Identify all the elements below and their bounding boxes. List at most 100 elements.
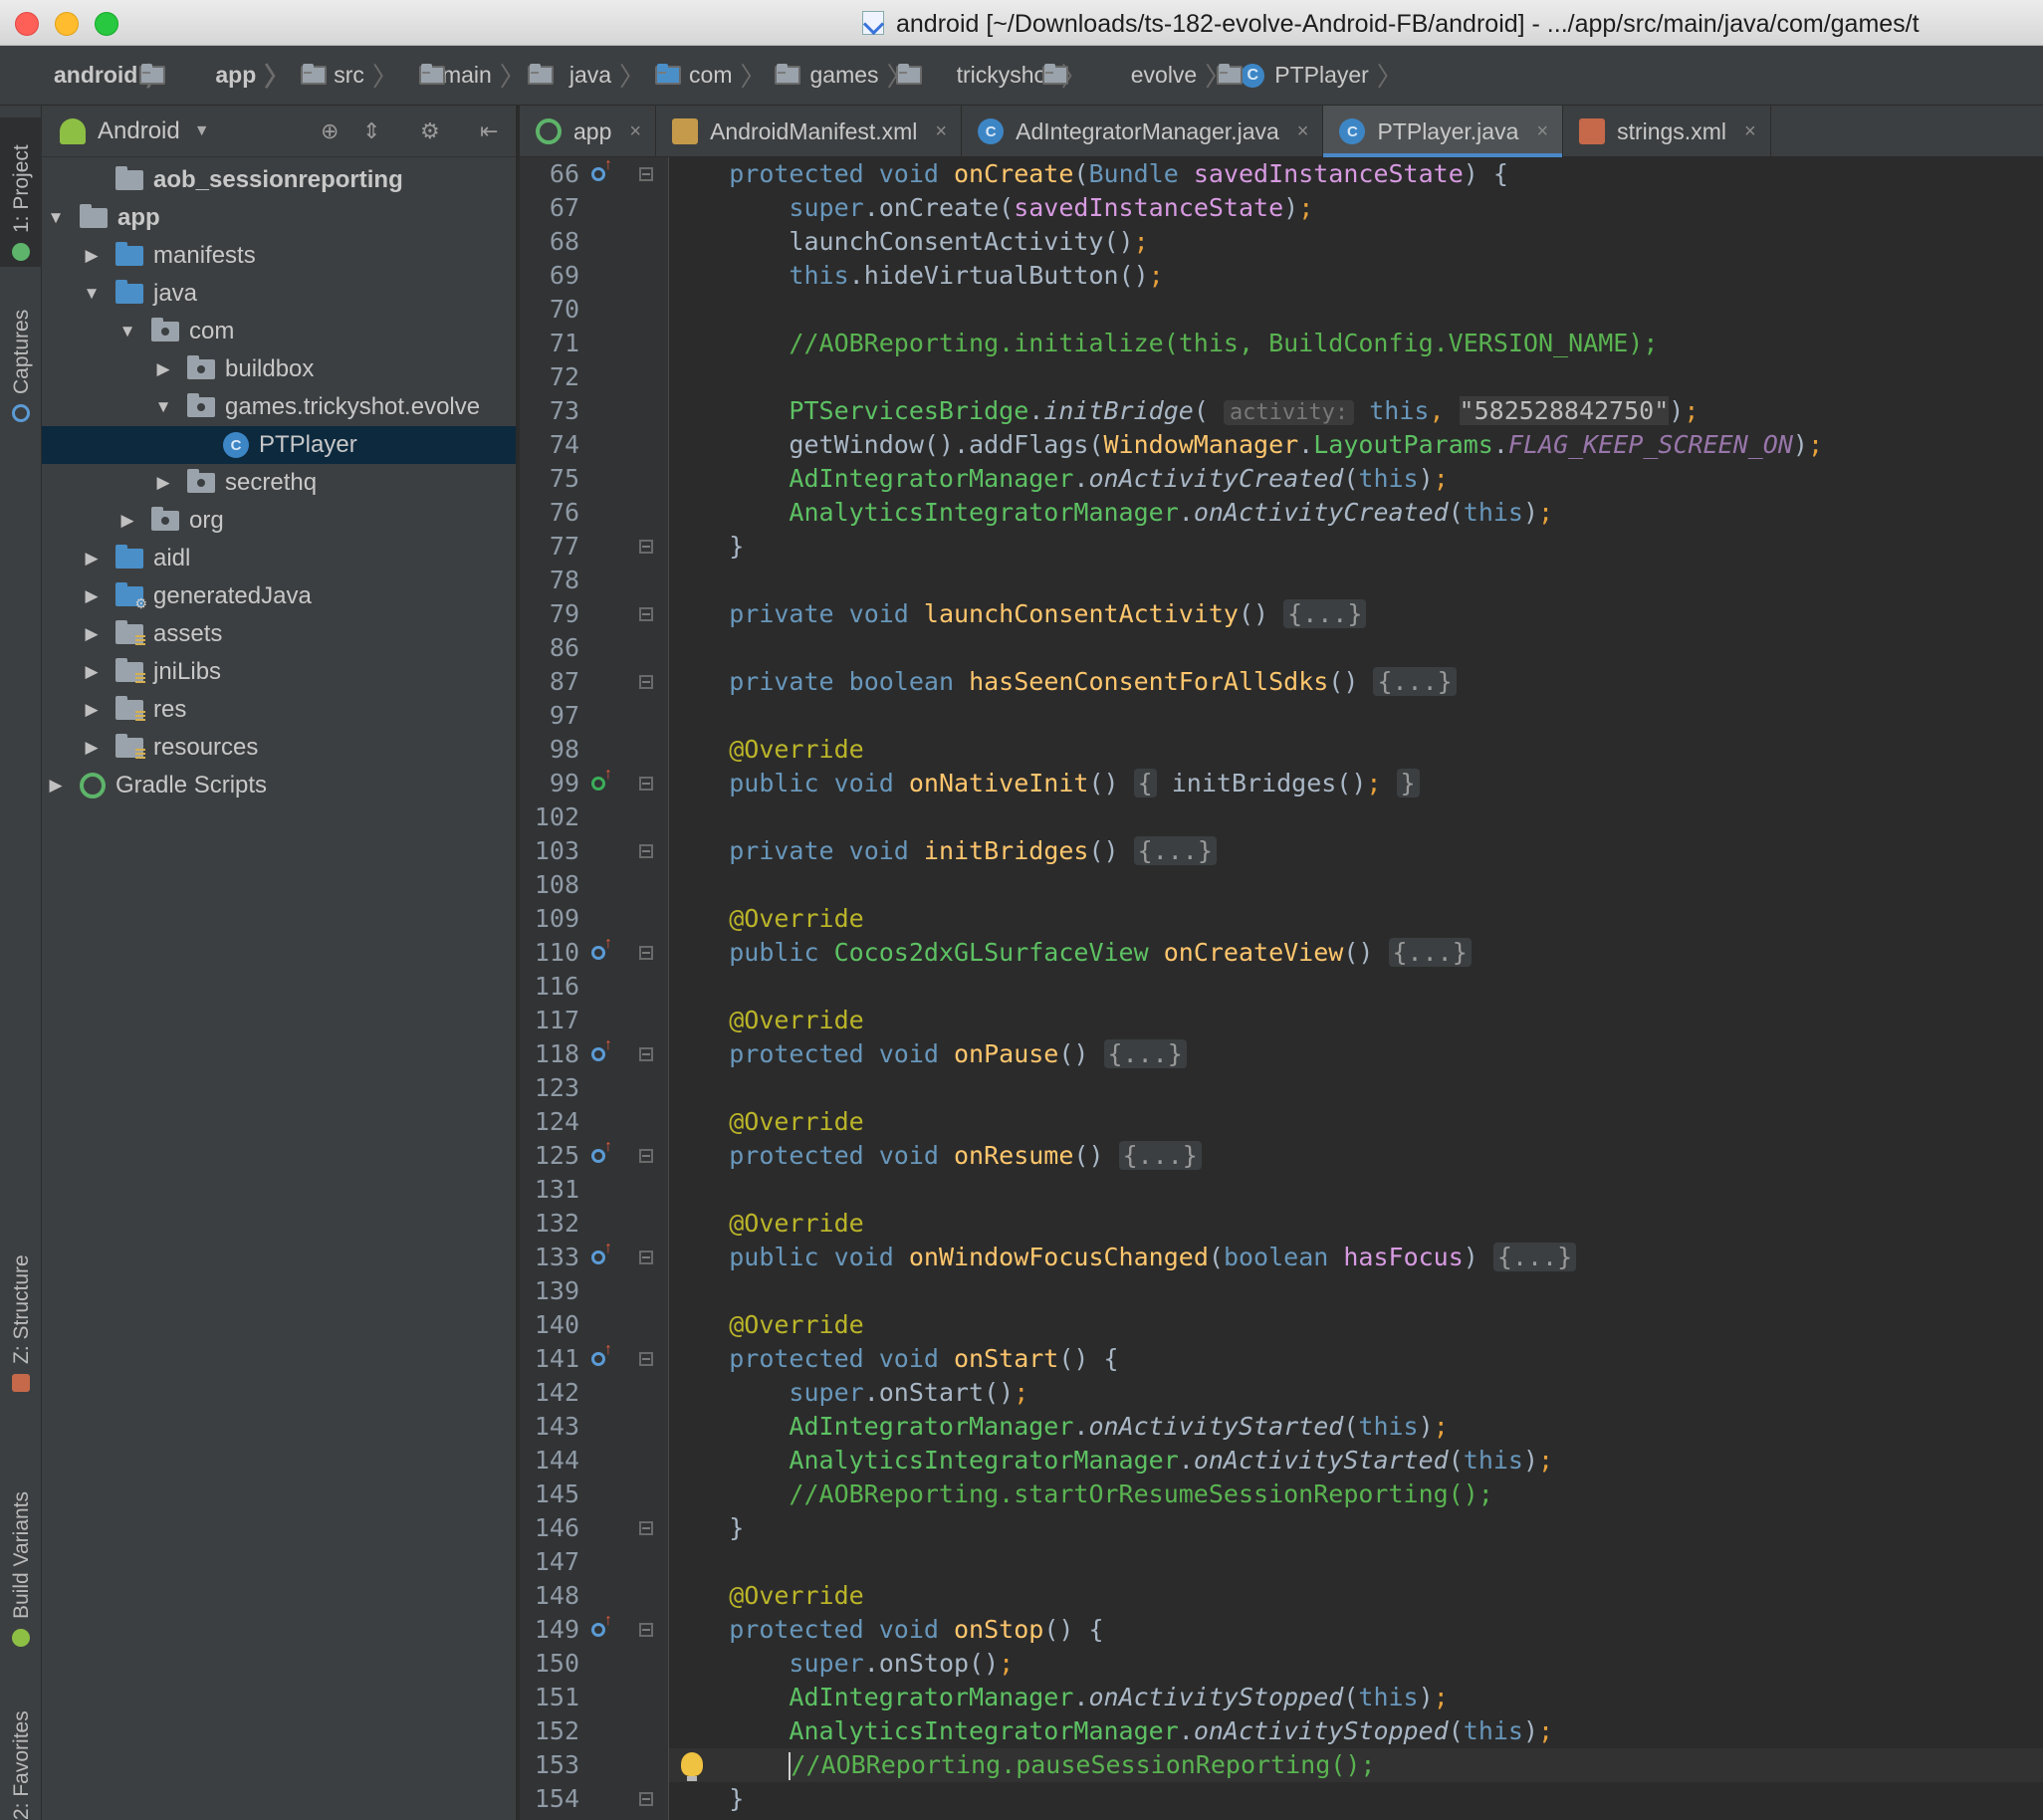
code-line[interactable] [669, 564, 2043, 597]
tree-item-aob-sessionreporting[interactable]: aob_sessionreporting [42, 161, 516, 199]
overrides-method-icon[interactable] [591, 156, 617, 191]
implements-method-icon[interactable] [591, 766, 617, 800]
collapse-icon[interactable]: ⇕ [362, 119, 380, 143]
tool-tab-structure[interactable]: Z: Structure [0, 1241, 42, 1400]
breadcrumb-item-trickyshot[interactable]: trickyshot 〉 [923, 46, 1097, 106]
fold-marker-icon[interactable] [639, 1352, 653, 1366]
code-line[interactable]: public void onNativeInit() { initBridges… [669, 767, 2043, 800]
collapsed-arrow-icon[interactable]: ▶ [82, 586, 102, 606]
code-line[interactable]: @Override [669, 1308, 2043, 1342]
expanded-arrow-icon[interactable]: ▼ [117, 322, 137, 341]
breadcrumb-item-ptplayer[interactable]: C PTPlayer 〉 [1241, 46, 1413, 106]
code-line[interactable] [669, 1545, 2043, 1579]
tree-item-com[interactable]: ▼ com [42, 313, 516, 350]
tree-item-secrethq[interactable]: ▶ secrethq [42, 464, 516, 502]
collapsed-arrow-icon[interactable]: ▶ [82, 700, 102, 720]
code-line[interactable]: launchConsentActivity(); [669, 225, 2043, 259]
maximize-window-button[interactable] [95, 12, 118, 36]
close-window-button[interactable] [15, 12, 39, 36]
tree-item-aidl[interactable]: ▶ aidl [42, 540, 516, 577]
overrides-method-icon[interactable] [591, 1612, 617, 1647]
fold-marker-icon[interactable] [639, 167, 653, 181]
code-line[interactable]: protected void onStart() { [669, 1342, 2043, 1376]
tree-item-games-trickyshot-evolve[interactable]: ▼ games.trickyshot.evolve [42, 388, 516, 426]
expanded-arrow-icon[interactable]: ▼ [153, 397, 173, 417]
locate-icon[interactable]: ⊕ [321, 119, 339, 143]
close-tab-icon[interactable]: × [1297, 120, 1309, 143]
code-line[interactable] [669, 631, 2043, 665]
tab-androidmanifest-xml[interactable]: AndroidManifest.xml × [656, 106, 963, 157]
overrides-method-icon[interactable] [591, 935, 617, 970]
fold-marker-icon[interactable] [639, 1251, 653, 1264]
code-line[interactable] [669, 1274, 2043, 1308]
tool-tab-project[interactable]: 1: Project [0, 117, 42, 267]
code-line[interactable]: PTServicesBridge.initBridge( activity: t… [669, 394, 2043, 428]
code-line[interactable]: super.onStop(); [669, 1647, 2043, 1681]
breadcrumb-item-evolve[interactable]: evolve〉 [1097, 46, 1243, 106]
collapsed-arrow-icon[interactable]: ▶ [82, 662, 102, 682]
collapsed-arrow-icon[interactable]: ▶ [153, 359, 173, 379]
tool-tab-captures[interactable]: Captures [0, 295, 42, 434]
code-line[interactable]: private void launchConsentActivity() {..… [669, 597, 2043, 631]
fold-marker-icon[interactable] [639, 1521, 653, 1535]
code-line[interactable]: //AOBReporting.pauseSessionReporting(); [669, 1748, 2043, 1782]
code-line[interactable]: protected void onResume() {...} [669, 1139, 2043, 1173]
tab-strings-xml[interactable]: strings.xml × [1563, 106, 1771, 157]
code-line[interactable]: } [669, 1782, 2043, 1816]
code-line[interactable]: @Override [669, 1207, 2043, 1241]
code-line[interactable]: protected void onCreate(Bundle savedInst… [669, 157, 2043, 191]
tree-item-org[interactable]: ▶ org [42, 502, 516, 540]
tool-tab-favorites[interactable]: 2: Favorites [0, 1679, 42, 1820]
code-line[interactable]: @Override [669, 1579, 2043, 1613]
code-line[interactable] [669, 800, 2043, 834]
close-tab-icon[interactable]: × [1536, 120, 1548, 143]
tree-item-buildbox[interactable]: ▶ buildbox [42, 350, 516, 388]
code-line[interactable]: super.onStart(); [669, 1376, 2043, 1410]
code-line[interactable]: super.onCreate(savedInstanceState); [669, 191, 2043, 225]
code-line[interactable]: AnalyticsIntegratorManager.onActivitySta… [669, 1444, 2043, 1478]
tab-app[interactable]: app × [520, 106, 657, 157]
code-editor[interactable]: 66 67 68 69 70 71 72 73 74 75 76 77 78 79 86 87 97 98 99 10… [520, 156, 2043, 1820]
code-area[interactable]: protected void onCreate(Bundle savedInst… [669, 157, 2043, 1820]
tree-item-assets[interactable]: ▶ assets [42, 615, 516, 653]
code-line[interactable]: private boolean hasSeenConsentForAllSdks… [669, 665, 2043, 699]
fold-marker-icon[interactable] [639, 607, 653, 621]
collapsed-arrow-icon[interactable]: ▶ [117, 511, 137, 531]
overrides-method-icon[interactable] [591, 1138, 617, 1173]
tool-tab-build-variants[interactable]: Build Variants [0, 1470, 42, 1669]
tree-item-app[interactable]: ▼ app [42, 199, 516, 237]
breadcrumb-item-app[interactable]: app 〉 [181, 46, 328, 106]
code-line[interactable]: public void onWindowFocusChanged(boolean… [669, 1241, 2043, 1274]
code-line[interactable]: this.hideVirtualButton(); [669, 259, 2043, 293]
code-line[interactable]: @Override [669, 902, 2043, 936]
code-line[interactable]: AnalyticsIntegratorManager.onActivitySto… [669, 1714, 2043, 1748]
code-line[interactable]: } [669, 1511, 2043, 1545]
code-line[interactable]: @Override [669, 733, 2043, 767]
code-line[interactable] [669, 293, 2043, 327]
code-line[interactable]: protected void onStop() { [669, 1613, 2043, 1647]
tab-ptplayer-java[interactable]: C PTPlayer.java × [1323, 106, 1564, 157]
code-line[interactable] [669, 360, 2043, 394]
fold-marker-icon[interactable] [639, 777, 653, 791]
collapsed-arrow-icon[interactable]: ▶ [82, 738, 102, 758]
expanded-arrow-icon[interactable]: ▼ [82, 284, 102, 304]
tree-item-generatedjava[interactable]: ▶ generatedJava [42, 577, 516, 615]
chevron-down-icon[interactable]: ▼ [194, 122, 210, 140]
close-tab-icon[interactable]: × [935, 120, 947, 143]
tree-item-resources[interactable]: ▶ resources [42, 729, 516, 767]
code-line[interactable] [669, 868, 2043, 902]
collapsed-arrow-icon[interactable]: ▶ [153, 473, 173, 493]
code-line[interactable] [669, 970, 2043, 1004]
fold-marker-icon[interactable] [639, 1149, 653, 1163]
code-line[interactable]: @Override [669, 1004, 2043, 1037]
fold-marker-icon[interactable] [639, 1792, 653, 1806]
code-line[interactable] [669, 1173, 2043, 1207]
overrides-method-icon[interactable] [591, 1036, 617, 1071]
fold-marker-icon[interactable] [639, 946, 653, 960]
collapsed-arrow-icon[interactable]: ▶ [46, 776, 66, 796]
collapsed-arrow-icon[interactable]: ▶ [82, 624, 102, 644]
hide-panel-icon[interactable]: ⇤ [480, 119, 498, 143]
code-line[interactable]: AdIntegratorManager.onActivityStarted(th… [669, 1410, 2043, 1444]
code-line[interactable]: //AOBReporting.startOrResumeSessionRepor… [669, 1478, 2043, 1511]
code-line[interactable]: AdIntegratorManager.onActivityStopped(th… [669, 1681, 2043, 1714]
